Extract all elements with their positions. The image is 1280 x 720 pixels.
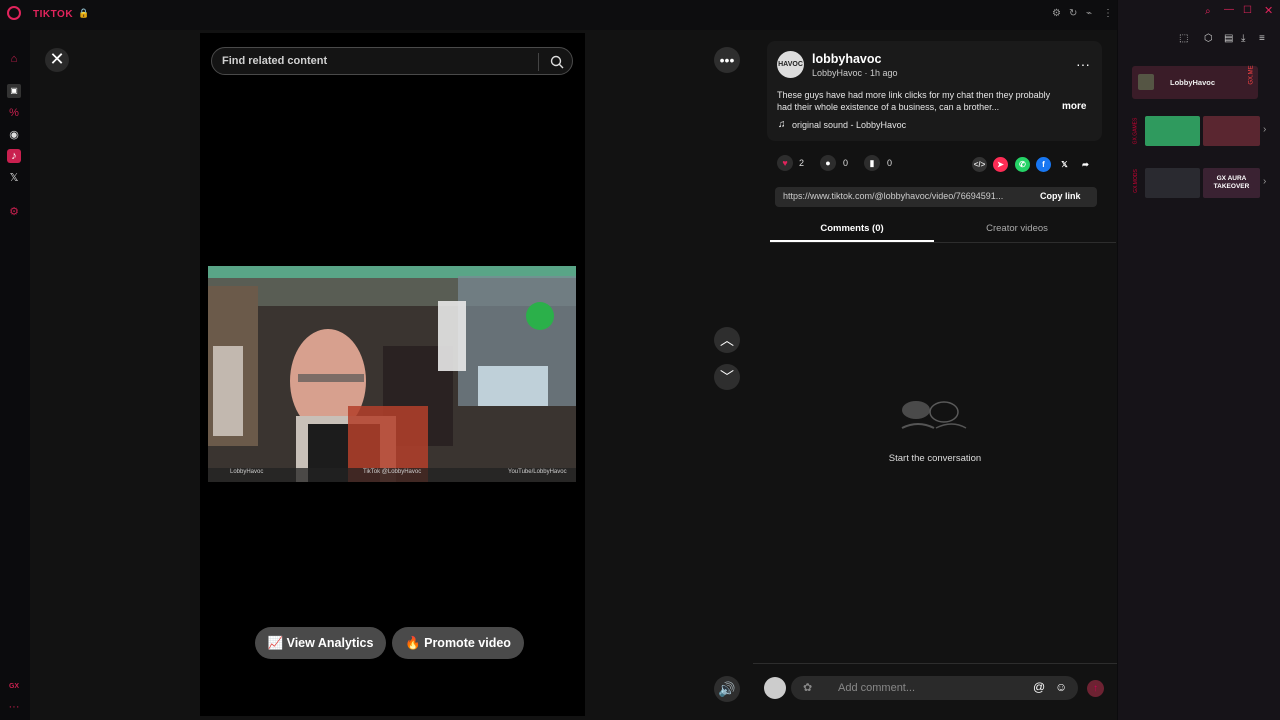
send-to-friends-icon[interactable]: ➤ (993, 157, 1008, 172)
percent-icon[interactable]: % (7, 106, 21, 120)
gx-side-panel (1118, 0, 1280, 720)
media-icon[interactable]: ▤ (1224, 33, 1233, 44)
more-options-button[interactable]: ••• (714, 47, 740, 73)
music-note-icon: ♫ (778, 119, 786, 130)
like-count: 2 (799, 158, 805, 168)
post-caption: These guys have had more link clicks for… (777, 90, 1051, 112)
comment-icon[interactable]: ● (820, 155, 836, 171)
gx-user-card[interactable]: LobbyHavoc GX.ME (1132, 65, 1258, 99)
more-options-icon[interactable]: ⋮ (1103, 8, 1113, 19)
snapshot-icon[interactable]: ⬚ (1179, 33, 1188, 44)
like-icon[interactable]: ♥ (777, 155, 793, 171)
sticker-icon[interactable]: ✿ (803, 681, 812, 694)
gx-aura-text: GX AURA TAKEOVER (1213, 175, 1250, 190)
opera-gx-logo-icon[interactable] (7, 6, 21, 20)
tab-title: TIKTOK (33, 9, 74, 20)
download-icon[interactable]: ⤓ (1241, 33, 1245, 44)
search-icon[interactable] (549, 54, 565, 70)
bag-icon[interactable]: ⌂ (7, 52, 21, 66)
comment-placeholder: Add comment... (838, 682, 916, 694)
twitch-icon[interactable]: ▣ (7, 84, 21, 98)
facebook-icon[interactable]: f (1036, 157, 1051, 172)
chat-bubbles-icon (901, 401, 967, 429)
save-count: 0 (887, 158, 893, 168)
chevron-right-icon[interactable]: › (1263, 124, 1266, 135)
search-icon[interactable]: ⌕ (1205, 6, 1211, 17)
minimize-icon[interactable]: — (1224, 4, 1234, 15)
browser-top-bar: TIKTOK 🔒 ⚙ ↻ ⌁ ⋮ (0, 0, 1117, 30)
analytics-icon: 📈 (267, 636, 287, 650)
comment-count: 0 (843, 158, 849, 168)
gx-game-thumb-2[interactable] (1203, 116, 1260, 146)
gx-label[interactable]: GX (7, 680, 21, 694)
maximize-icon[interactable]: ☐ (1243, 5, 1252, 16)
user-icon (1138, 74, 1154, 90)
x-twitter-icon[interactable]: 𝕏 (7, 171, 21, 185)
view-analytics-label: View Analytics (286, 636, 374, 650)
sound-link[interactable]: original sound - LobbyHavoc (792, 120, 906, 130)
search-input[interactable]: Find related content (222, 55, 327, 67)
embed-icon[interactable]: </> (972, 157, 987, 172)
view-analytics-button[interactable]: 📈 View Analytics (255, 627, 386, 659)
close-window-icon[interactable]: ✕ (1264, 4, 1273, 17)
overlay-label-right: YouTube/LobbyHavoc (508, 469, 567, 475)
close-button[interactable]: ✕ (45, 48, 69, 72)
pin-icon[interactable]: ⌁ (1086, 8, 1092, 19)
bookmark-icon[interactable]: ▮ (864, 155, 880, 171)
whatsapp-icon[interactable]: ✆ (1015, 157, 1030, 172)
comment-bar-divider (753, 663, 1117, 664)
share-icon[interactable]: ➦ (1078, 157, 1093, 172)
post-subline: LobbyHavoc · 1h ago (812, 68, 898, 78)
tiktok-icon[interactable]: ♪ (7, 149, 21, 163)
video-scene (208, 266, 576, 482)
copy-link-button[interactable]: Copy link (1040, 191, 1081, 201)
username[interactable]: lobbyhavoc (812, 52, 881, 66)
empty-state-text: Start the conversation (888, 453, 982, 464)
lock-icon: 🔒 (78, 8, 90, 18)
my-avatar[interactable] (764, 677, 786, 699)
more-icon[interactable]: ··· (7, 700, 21, 714)
tab-comments[interactable]: Comments (0) (770, 223, 934, 234)
post-more-icon[interactable]: ··· (1076, 56, 1090, 72)
gx-aura-thumb[interactable]: GX AURA TAKEOVER (1203, 168, 1260, 198)
next-video-button[interactable]: ﹀ (714, 364, 740, 390)
settings-icon[interactable]: ⚙ (7, 205, 21, 219)
caption-more-link[interactable]: more (1062, 101, 1086, 112)
avatar[interactable]: HAVOC (777, 51, 804, 78)
emoji-icon[interactable]: ☺ (1055, 680, 1067, 694)
volume-button[interactable]: 🔊 (714, 676, 740, 702)
gx-me-tag: GX.ME (1248, 65, 1255, 85)
x-share-icon[interactable]: 𝕏 (1057, 157, 1072, 172)
previous-video-button[interactable]: ︿ (714, 327, 740, 353)
discord-icon[interactable]: ◉ (7, 128, 21, 142)
promote-video-button[interactable]: 🔥 Promote video (392, 627, 524, 659)
gx-user-label: LobbyHavoc (1170, 78, 1216, 87)
gx-mod-thumb[interactable] (1145, 168, 1200, 198)
promote-video-label: Promote video (424, 636, 511, 650)
search-bar[interactable]: Find related content (211, 47, 573, 75)
overlay-label-left: LobbyHavoc (230, 469, 264, 475)
send-comment-button[interactable]: ↑ (1087, 680, 1104, 697)
overlay-label-mid: TikTok @LobbyHavoc (363, 469, 422, 475)
gx-game-thumb[interactable] (1145, 116, 1200, 146)
share-link-url: https://www.tiktok.com/@lobbyhavoc/video… (783, 191, 1004, 201)
gx-games-tag: GX.GAMES (1132, 117, 1139, 145)
menu-icon[interactable]: ≡ (1259, 33, 1265, 44)
gx-mods-tag: GX.MODS (1132, 169, 1139, 193)
tab-divider (770, 242, 1116, 243)
search-divider (538, 53, 539, 71)
chevron-right-icon[interactable]: › (1263, 176, 1266, 187)
reload-icon[interactable]: ↻ (1069, 8, 1077, 19)
settings-icon[interactable]: ⚙ (1052, 8, 1061, 19)
share-link-box: https://www.tiktok.com/@lobbyhavoc/video… (775, 187, 1097, 207)
comment-input[interactable]: ✿ Add comment... @ ☺ (791, 676, 1078, 700)
tab-creator-videos[interactable]: Creator videos (935, 223, 1099, 234)
video-player[interactable]: LobbyHavoc TikTok @LobbyHavoc YouTube/Lo… (208, 266, 576, 482)
flame-icon: 🔥 (405, 636, 425, 650)
mention-icon[interactable]: @ (1033, 680, 1045, 694)
gx-sidebar: ⌂ ▣ % ◉ ♪ 𝕏 ⚙ GX ··· (0, 30, 28, 720)
extensions-icon[interactable]: ⬡ (1204, 33, 1213, 44)
